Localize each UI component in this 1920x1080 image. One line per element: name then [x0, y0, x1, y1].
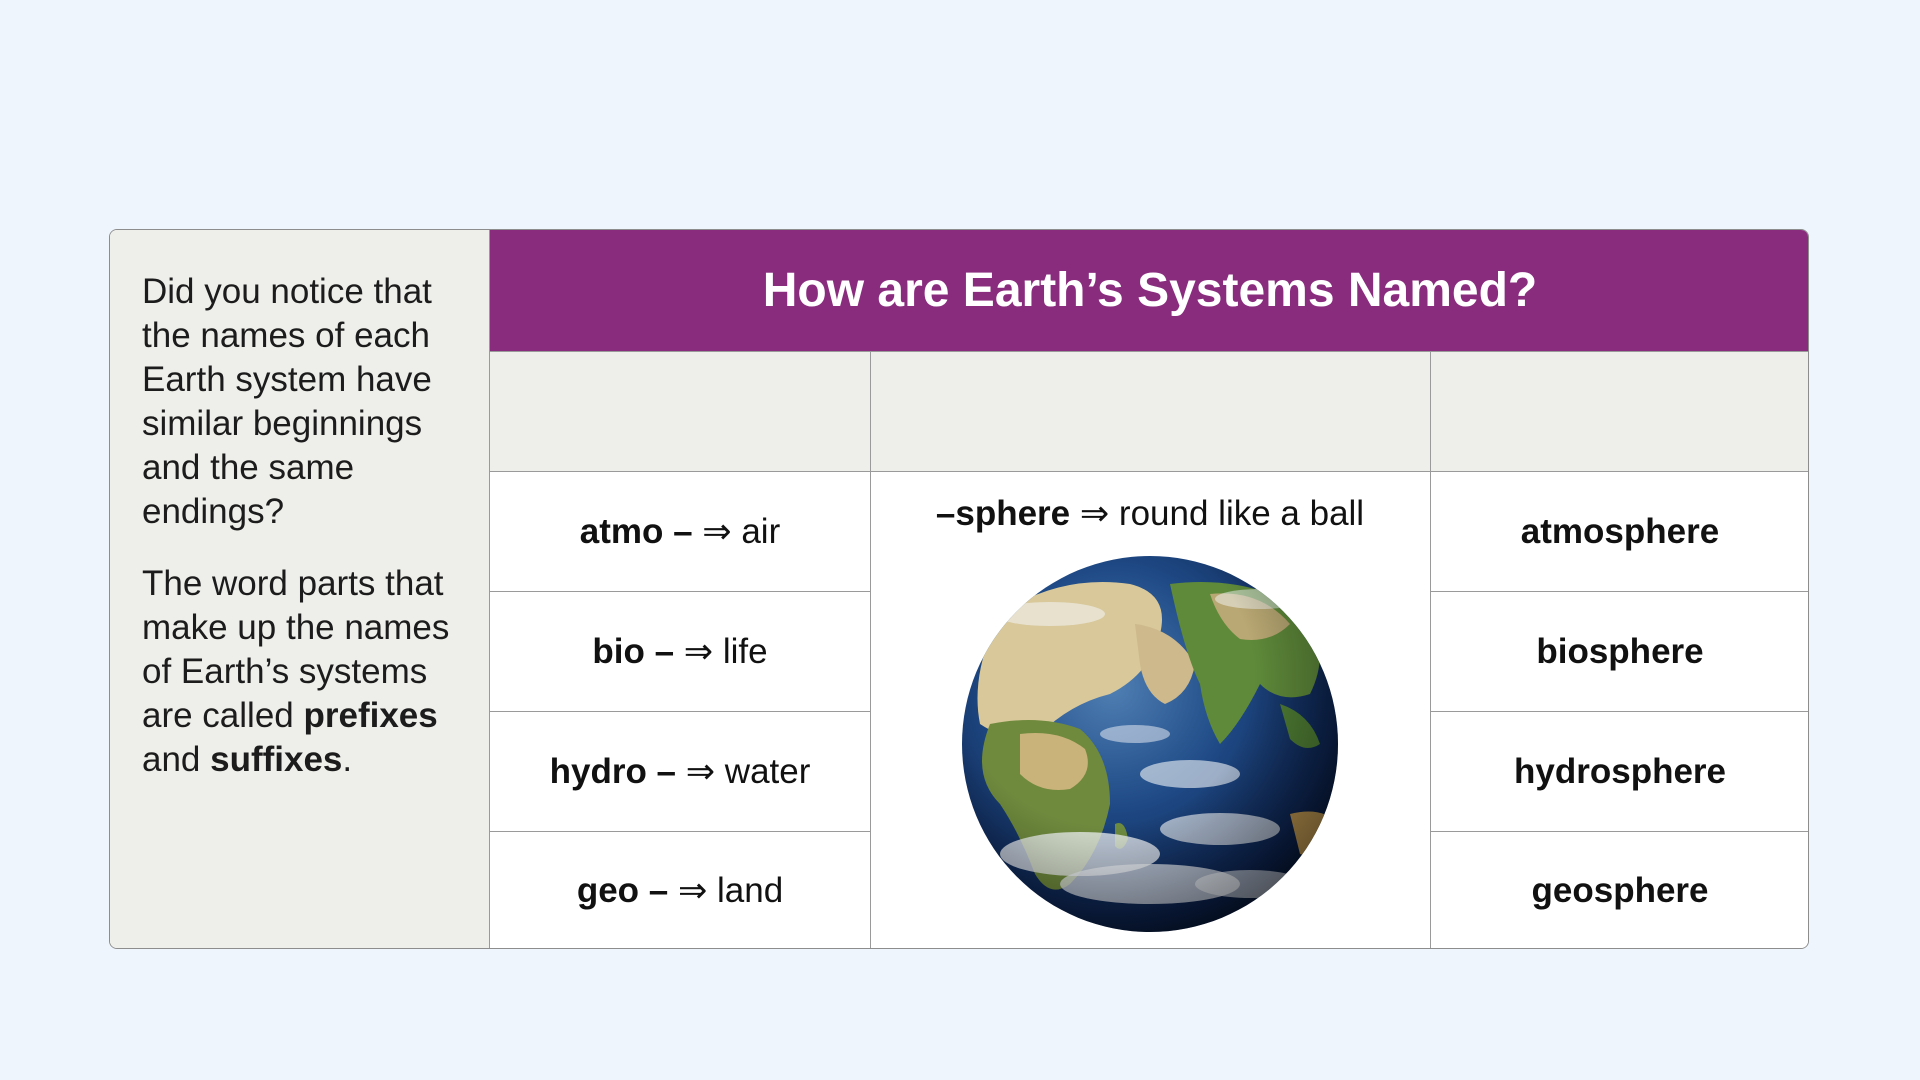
column-divider [1430, 351, 1431, 948]
intro-paragraph: Did you notice that the names of each Ea… [142, 272, 432, 531]
suffix-cell: –sphere ⇒ round like a ball [870, 471, 1430, 948]
word-cell-hydrosphere: hydrosphere [1430, 711, 1808, 831]
prefix-meaning: ⇒ life [674, 631, 768, 671]
prefix-meaning: ⇒ air [692, 511, 781, 551]
prefix-part: bio – [592, 631, 675, 671]
earth-globe-image [962, 556, 1338, 932]
prefix-meaning: ⇒ water [676, 751, 811, 791]
prefix-part: geo – [576, 871, 669, 910]
explanation-and: and [142, 740, 211, 779]
suffix-part: –sphere [935, 494, 1071, 533]
word-label: atmosphere [1520, 511, 1720, 551]
prefix-cell-geo: geo – ⇒ land [490, 831, 870, 948]
word-parts-grid: atmo – ⇒ air bio – ⇒ life hydro – ⇒ wate… [490, 351, 1808, 948]
prefix-part: atmo – [579, 511, 693, 551]
blank-cell-prefix [490, 351, 870, 471]
word-label: geosphere [1531, 871, 1709, 910]
slide: Did you notice that the names of each Ea… [0, 0, 1920, 1080]
explanation-end: . [342, 740, 353, 779]
word-label: hydrosphere [1514, 751, 1726, 791]
prefix-cell-bio: bio – ⇒ life [490, 591, 870, 711]
suffixes-term: suffixes [210, 740, 343, 779]
prefixes-term: prefixes [303, 696, 438, 735]
suffix-label: –sphere ⇒ round like a ball [936, 494, 1364, 534]
word-cell-geosphere: geosphere [1430, 831, 1808, 948]
prefix-cell-hydro: hydro – ⇒ water [490, 711, 870, 831]
content-table: Did you notice that the names of each Ea… [109, 229, 1809, 949]
intro-panel: Did you notice that the names of each Ea… [110, 230, 490, 948]
explanation-paragraph: The word parts that make up the names of… [142, 562, 461, 782]
prefix-cell-atmo: atmo – ⇒ air [490, 471, 870, 591]
word-cell-atmosphere: atmosphere [1430, 471, 1808, 591]
blank-cell-word [1430, 351, 1808, 471]
table-title: How are Earth’s Systems Named? [490, 230, 1808, 351]
prefix-part: hydro – [549, 751, 677, 791]
blank-cell-suffix [870, 351, 1430, 471]
column-divider [870, 351, 871, 948]
suffix-meaning: ⇒ round like a ball [1070, 494, 1365, 533]
word-cell-biosphere: biosphere [1430, 591, 1808, 711]
prefix-meaning: ⇒ land [668, 871, 784, 910]
word-label: biosphere [1536, 631, 1704, 671]
